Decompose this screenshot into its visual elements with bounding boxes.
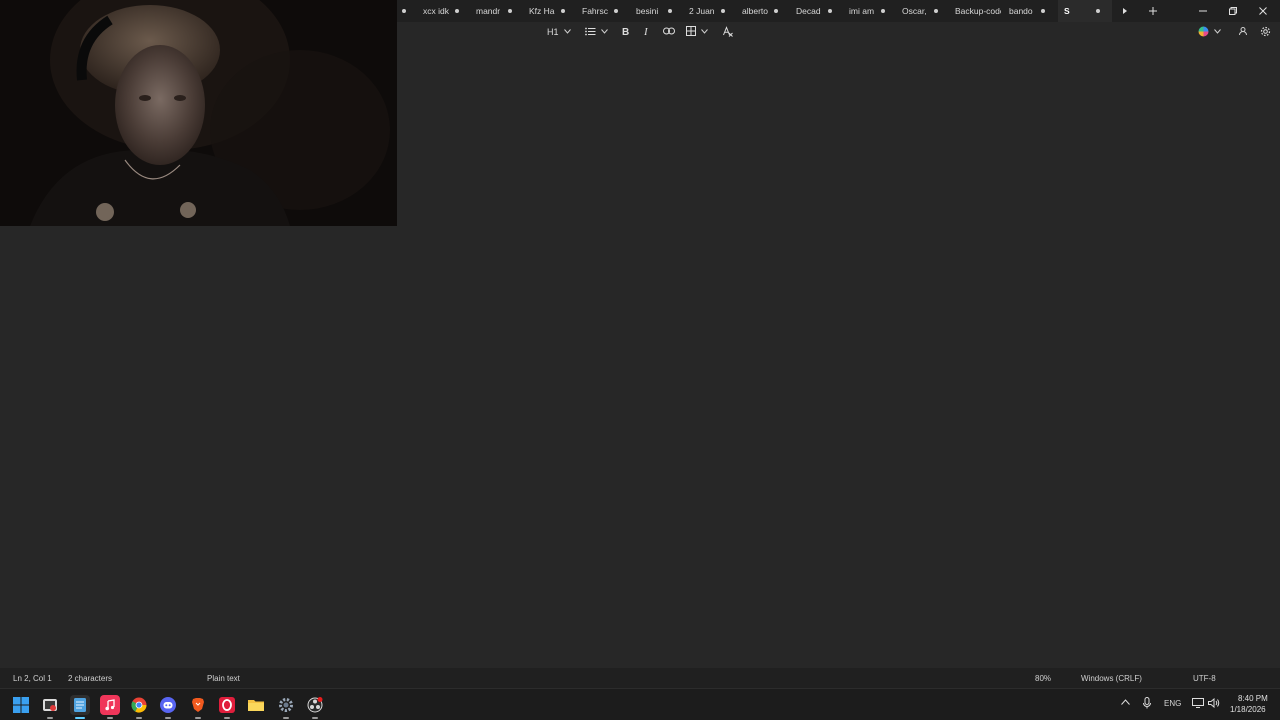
clock-time[interactable]: 8:40 PM (1238, 694, 1268, 703)
chevron-down-icon (563, 28, 571, 36)
tab-active[interactable]: S (1058, 0, 1112, 22)
tab-item[interactable]: Fahrsc (582, 0, 632, 22)
chevron-up-icon[interactable] (1121, 698, 1130, 707)
unsaved-dot-icon (721, 9, 725, 13)
microphone-icon[interactable] (1143, 697, 1151, 711)
tab-item[interactable]: Kfz Ha (529, 0, 579, 22)
webcam-person-image (0, 0, 397, 226)
snipping-tool-icon[interactable] (40, 695, 60, 715)
chevron-down-icon (601, 28, 608, 36)
running-indicator (107, 717, 113, 719)
brave-icon[interactable] (188, 695, 208, 715)
new-tab-plus-icon[interactable] (1138, 0, 1168, 22)
unsaved-dot-icon (934, 9, 938, 13)
encoding[interactable]: UTF-8 (1193, 674, 1216, 683)
copilot-dropdown[interactable] (1198, 24, 1221, 40)
running-indicator (195, 717, 201, 719)
clock-date[interactable]: 1/18/2026 (1230, 705, 1266, 714)
unsaved-dot-icon (402, 9, 406, 13)
tab-item[interactable]: bando (1009, 0, 1057, 22)
heading-label: H1 (547, 27, 559, 37)
zoom-level[interactable]: 80% (1035, 674, 1051, 683)
unsaved-dot-icon (508, 9, 512, 13)
unsaved-dot-icon (881, 9, 885, 13)
restore-icon[interactable] (1218, 0, 1248, 22)
tab-item[interactable]: besini (636, 0, 686, 22)
unsaved-dot-icon (614, 9, 618, 13)
running-indicator (283, 717, 289, 719)
network-icon[interactable] (1192, 698, 1204, 710)
status-bar: Ln 2, Col 1 2 characters Plain text 80% … (0, 668, 1280, 688)
tab-item[interactable]: 2 Juan (689, 0, 739, 22)
unsaved-dot-icon (828, 9, 832, 13)
opera-icon[interactable] (217, 695, 237, 715)
cursor-position[interactable]: Ln 2, Col 1 (13, 674, 52, 683)
tab-item[interactable]: alberto (742, 0, 792, 22)
gear-icon (1260, 26, 1271, 39)
link-button[interactable] (663, 24, 675, 40)
chevron-down-icon (1214, 28, 1221, 36)
active-indicator (75, 717, 85, 719)
table-dropdown[interactable] (686, 24, 708, 40)
unsaved-dot-icon (561, 9, 565, 13)
character-count: 2 characters (68, 674, 113, 683)
text-format[interactable]: Plain text (207, 674, 240, 683)
running-indicator (165, 717, 171, 719)
list-dropdown[interactable] (585, 24, 608, 40)
clear-formatting-icon (722, 25, 733, 39)
bold-button[interactable]: B (622, 24, 629, 40)
heading-dropdown[interactable]: H1 (547, 24, 571, 40)
tab-item[interactable]: Oscar, (902, 0, 952, 22)
tab-item[interactable]: imi am (849, 0, 899, 22)
copilot-icon (1198, 26, 1209, 39)
unsaved-dot-icon (1041, 9, 1045, 13)
discord-icon[interactable] (158, 695, 178, 715)
unsaved-dot-icon (455, 9, 459, 13)
close-icon[interactable] (1248, 0, 1278, 22)
clear-formatting-button[interactable] (722, 24, 733, 40)
account-icon (1238, 26, 1248, 38)
tab-overflow-left[interactable] (396, 0, 418, 22)
input-language[interactable]: ENG (1164, 699, 1181, 708)
tab-item[interactable]: Backup-code (955, 0, 1007, 22)
file-explorer-icon[interactable] (246, 695, 266, 715)
line-endings[interactable]: Windows (CRLF) (1081, 674, 1142, 683)
taskbar: ENG 8:40 PM 1/18/2026 (0, 688, 1280, 720)
tab-scroll-right-icon[interactable] (1110, 0, 1140, 22)
running-indicator (312, 717, 318, 719)
tab-item[interactable]: Decad (796, 0, 846, 22)
running-indicator (47, 717, 53, 719)
unsaved-dot-icon (668, 9, 672, 13)
volume-icon[interactable] (1208, 697, 1220, 710)
chrome-icon[interactable] (129, 695, 149, 715)
webcam-overlay (0, 0, 397, 226)
tab-item[interactable]: mandr (476, 0, 526, 22)
notepad-icon[interactable] (70, 695, 90, 715)
bulleted-list-icon (585, 27, 596, 38)
italic-button[interactable]: I (644, 24, 648, 40)
windows-start-icon[interactable] (11, 695, 31, 715)
chevron-down-icon (701, 28, 708, 36)
link-icon (663, 27, 675, 37)
account-button[interactable] (1238, 24, 1248, 40)
unsaved-dot-icon (774, 9, 778, 13)
obs-icon[interactable] (305, 695, 325, 715)
table-icon (686, 26, 696, 38)
settings-button[interactable] (1260, 24, 1271, 40)
tab-item[interactable]: xcx idk (423, 0, 473, 22)
music-icon[interactable] (100, 695, 120, 715)
running-indicator (224, 717, 230, 719)
running-indicator (136, 717, 142, 719)
settings-icon[interactable] (276, 695, 296, 715)
unsaved-dot-icon (1096, 9, 1100, 13)
minimize-icon[interactable] (1188, 0, 1218, 22)
